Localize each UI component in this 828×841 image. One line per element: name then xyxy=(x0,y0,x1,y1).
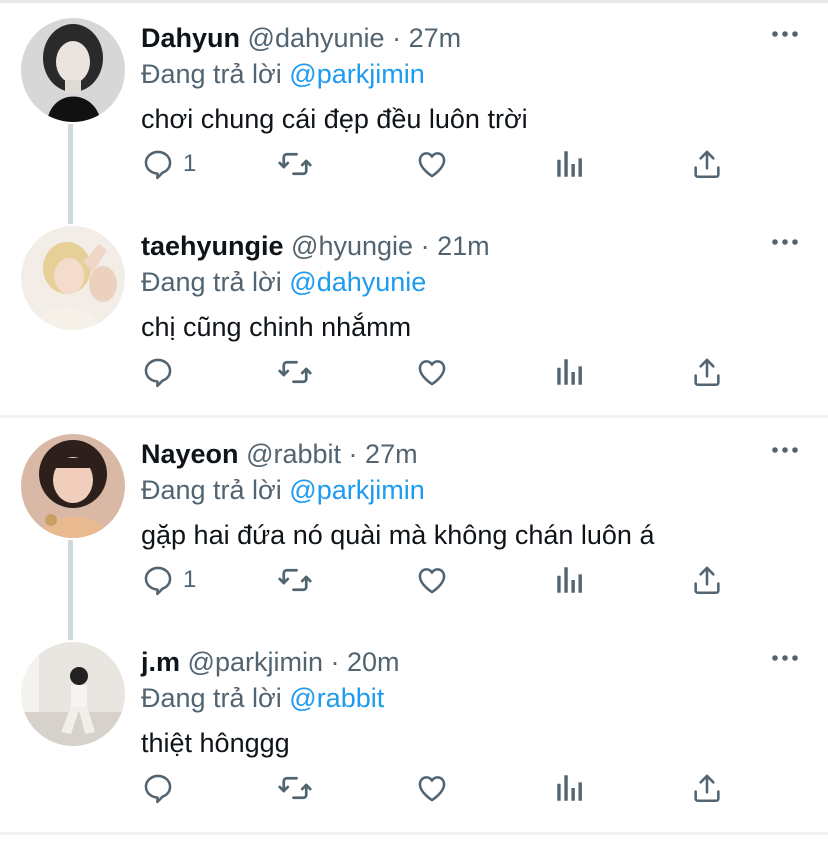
retweet-button[interactable] xyxy=(277,144,313,184)
reply-icon xyxy=(141,355,175,389)
tweet-text: thiệt hônggg xyxy=(141,728,290,758)
replying-to-label: Đang trả lời xyxy=(141,475,282,505)
more-icon[interactable] xyxy=(770,440,800,460)
retweet-button[interactable] xyxy=(277,560,313,600)
replying-to: Đang trả lời @parkjimin xyxy=(141,58,425,90)
action-bar: 1 xyxy=(0,560,828,600)
dot-separator: · xyxy=(348,439,358,469)
action-bar xyxy=(0,768,828,808)
avatar[interactable] xyxy=(21,226,125,330)
tweet-taehyungie[interactable]: taehyungie @hyungie · 21m Đang trả lời @… xyxy=(0,210,828,418)
retweet-icon xyxy=(277,770,313,806)
reply-icon xyxy=(141,563,175,597)
like-button[interactable] xyxy=(415,352,449,392)
tweet-header: Dahyun @dahyunie · 27m xyxy=(141,22,461,54)
dot-separator: · xyxy=(420,231,430,261)
tweet-dahyun[interactable]: Dahyun @dahyunie · 27m Đang trả lời @par… xyxy=(0,2,828,224)
display-name[interactable]: taehyungie xyxy=(141,231,284,261)
avatar[interactable] xyxy=(21,642,125,746)
reply-icon xyxy=(141,771,175,805)
more-icon[interactable] xyxy=(770,648,800,668)
reply-icon xyxy=(141,147,175,181)
like-button[interactable] xyxy=(415,144,449,184)
avatar[interactable] xyxy=(21,18,125,122)
like-icon xyxy=(415,563,449,597)
timestamp[interactable]: 20m xyxy=(347,647,400,677)
replying-to-label: Đang trả lời xyxy=(141,59,282,89)
more-icon[interactable] xyxy=(770,24,800,44)
avatar[interactable] xyxy=(21,434,125,538)
dot-separator: · xyxy=(392,23,402,53)
replying-to-label: Đang trả lời xyxy=(141,267,282,297)
tweet-feed: Dahyun @dahyunie · 27m Đang trả lời @par… xyxy=(0,0,828,841)
share-button[interactable] xyxy=(690,560,724,600)
retweet-button[interactable] xyxy=(277,352,313,392)
retweet-button[interactable] xyxy=(277,768,313,808)
share-icon xyxy=(690,563,724,597)
reply-button[interactable] xyxy=(141,768,183,808)
timestamp[interactable]: 21m xyxy=(437,231,490,261)
analytics-button[interactable] xyxy=(554,144,586,184)
reply-button[interactable]: 1 xyxy=(141,144,196,184)
like-icon xyxy=(415,147,449,181)
bottom-divider xyxy=(0,832,828,835)
tweet-nayeon[interactable]: Nayeon @rabbit · 27m Đang trả lời @parkj… xyxy=(0,418,828,640)
like-icon xyxy=(415,355,449,389)
mention-link[interactable]: @rabbit xyxy=(289,683,384,713)
mention-link[interactable]: @parkjimin xyxy=(289,59,424,89)
share-icon xyxy=(690,771,724,805)
user-handle[interactable]: @hyungie xyxy=(291,231,413,261)
analytics-icon xyxy=(554,147,586,181)
user-handle[interactable]: @parkjimin xyxy=(188,647,323,677)
share-button[interactable] xyxy=(690,768,724,808)
replying-to: Đang trả lời @rabbit xyxy=(141,682,384,714)
share-button[interactable] xyxy=(690,352,724,392)
share-icon xyxy=(690,355,724,389)
tweet-text: chị cũng chinh nhắmm xyxy=(141,312,412,342)
display-name[interactable]: Dahyun xyxy=(141,23,240,53)
analytics-icon xyxy=(554,771,586,805)
reply-button[interactable]: 1 xyxy=(141,560,196,600)
analytics-button[interactable] xyxy=(554,560,586,600)
retweet-icon xyxy=(277,354,313,390)
timestamp[interactable]: 27m xyxy=(409,23,462,53)
mention-link[interactable]: @parkjimin xyxy=(289,475,424,505)
replying-to-label: Đang trả lời xyxy=(141,683,282,713)
retweet-icon xyxy=(277,146,313,182)
tweet-text: gặp hai đứa nó quài mà không chán luôn á xyxy=(141,520,655,550)
replying-to: Đang trả lời @parkjimin xyxy=(141,474,425,506)
reply-button[interactable] xyxy=(141,352,183,392)
display-name[interactable]: Nayeon xyxy=(141,439,239,469)
analytics-icon xyxy=(554,355,586,389)
timestamp[interactable]: 27m xyxy=(365,439,418,469)
reply-count: 1 xyxy=(183,150,197,177)
tweet-text: chơi chung cái đẹp đều luôn trời xyxy=(141,104,528,134)
retweet-icon xyxy=(277,562,313,598)
display-name[interactable]: j.m xyxy=(141,647,180,677)
user-handle[interactable]: @rabbit xyxy=(246,439,341,469)
like-button[interactable] xyxy=(415,768,449,808)
replying-to: Đang trả lời @dahyunie xyxy=(141,266,426,298)
share-icon xyxy=(690,147,724,181)
share-button[interactable] xyxy=(690,144,724,184)
tweet-jm[interactable]: j.m @parkjimin · 20m Đang trả lời @rabbi… xyxy=(0,626,828,834)
user-handle[interactable]: @dahyunie xyxy=(248,23,385,53)
tweet-header: j.m @parkjimin · 20m xyxy=(141,646,400,678)
analytics-button[interactable] xyxy=(554,768,586,808)
more-icon[interactable] xyxy=(770,232,800,252)
analytics-button[interactable] xyxy=(554,352,586,392)
mention-link[interactable]: @dahyunie xyxy=(289,267,426,297)
tweet-header: taehyungie @hyungie · 21m xyxy=(141,230,490,262)
action-bar xyxy=(0,352,828,392)
tweet-header: Nayeon @rabbit · 27m xyxy=(141,438,418,470)
action-bar: 1 xyxy=(0,144,828,184)
like-icon xyxy=(415,771,449,805)
dot-separator: · xyxy=(330,647,340,677)
reply-count: 1 xyxy=(183,566,197,593)
analytics-icon xyxy=(554,563,586,597)
like-button[interactable] xyxy=(415,560,449,600)
